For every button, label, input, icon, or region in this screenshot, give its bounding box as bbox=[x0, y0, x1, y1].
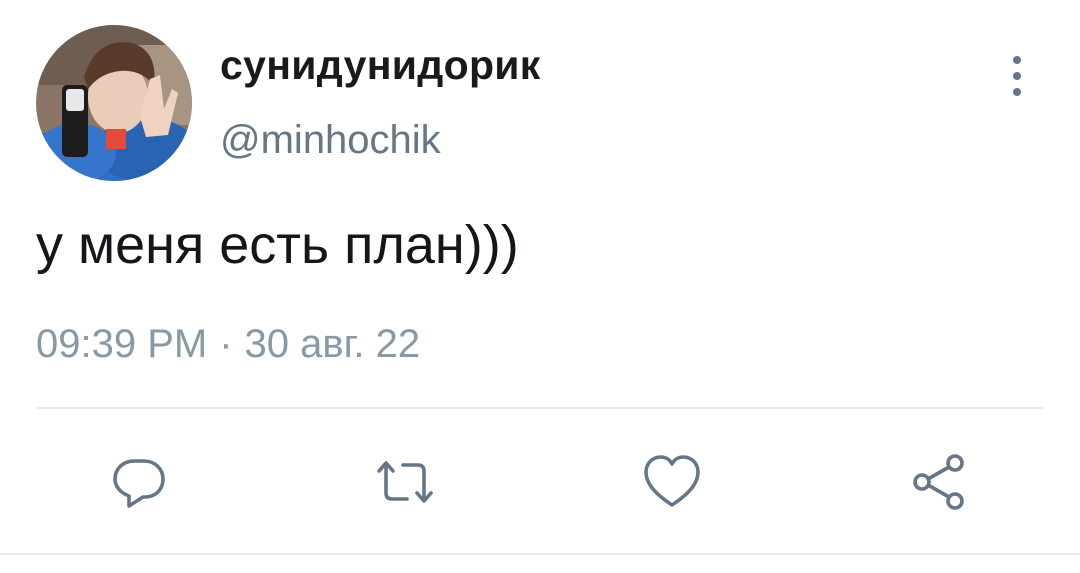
like-button[interactable] bbox=[640, 450, 704, 514]
tweet-date: 30 авг. 22 bbox=[244, 322, 421, 366]
share-button[interactable] bbox=[907, 450, 971, 514]
reply-icon bbox=[113, 459, 165, 508]
user-handle[interactable]: @minhochik bbox=[220, 118, 441, 163]
more-options-button[interactable] bbox=[1000, 52, 1034, 100]
retweet-icon bbox=[377, 461, 433, 503]
tweet-text: у меня есть план))) bbox=[36, 215, 519, 275]
tweet-time: 09:39 PM bbox=[36, 322, 208, 366]
avatar[interactable] bbox=[36, 25, 192, 181]
meta-separator: · bbox=[219, 322, 233, 366]
bottom-divider bbox=[0, 553, 1080, 555]
more-icon-dot bbox=[1013, 72, 1021, 80]
more-icon-dot bbox=[1013, 88, 1021, 96]
share-icon bbox=[913, 454, 964, 510]
divider bbox=[36, 407, 1044, 409]
display-name[interactable]: сунидунидорик bbox=[220, 42, 541, 89]
tweet-timestamp[interactable]: 09:39 PM · 30 авг. 22 bbox=[36, 322, 420, 367]
reply-button[interactable] bbox=[107, 450, 171, 514]
retweet-button[interactable] bbox=[373, 450, 437, 514]
tweet-card: сунидунидорик @minhochik у меня есть пла… bbox=[0, 0, 1080, 573]
more-icon-dot bbox=[1013, 56, 1021, 64]
heart-icon bbox=[644, 455, 700, 507]
